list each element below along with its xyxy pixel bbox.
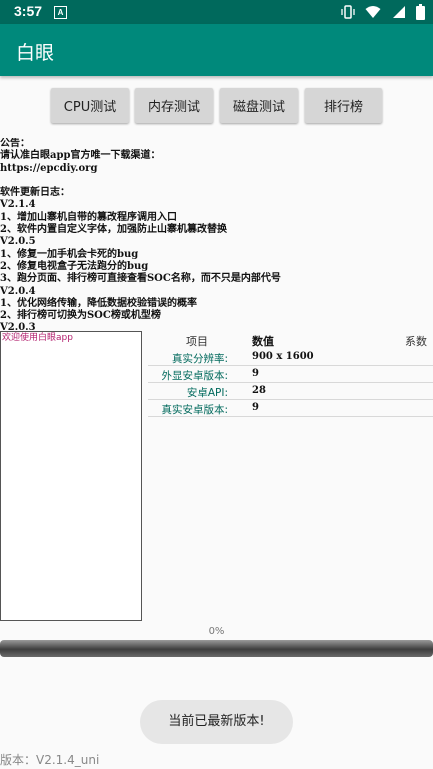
app-title: 白眼 <box>16 42 55 64</box>
battery-icon <box>416 4 425 20</box>
test-button-row: CPU测试 内存测试 磁盘测试 排行榜 <box>0 88 433 124</box>
ranking-button[interactable]: 排行榜 <box>305 88 382 123</box>
progress-bar <box>0 640 433 657</box>
row-key: 安卓API: <box>186 387 228 399</box>
table-row: 真实安卓版本: 9 <box>148 400 433 417</box>
app-bar: 白眼 <box>0 24 433 76</box>
device-info-table: 项目 数值 系数 真实分辨率: 900 x 1600 外显安卓版本: 9 安卓A… <box>148 331 433 417</box>
toast-message: 当前已最新版本! <box>140 700 293 744</box>
status-time: 3:57 <box>14 3 43 19</box>
row-value: 900 x 1600 <box>252 351 314 362</box>
row-key: 外显安卓版本: <box>161 370 228 382</box>
status-bar: 3:57 A <box>0 0 433 24</box>
signal-icon <box>392 6 405 18</box>
status-icons <box>335 4 425 20</box>
progress-percent: 0% <box>208 626 225 637</box>
header-item: 项目 <box>186 335 208 348</box>
version-label: 版本：V2.1.4_uni <box>0 753 100 767</box>
cpu-test-button[interactable]: CPU测试 <box>51 88 129 123</box>
wifi-icon <box>365 6 381 18</box>
row-value: 28 <box>252 385 266 396</box>
log-box[interactable]: 欢迎使用白眼app <box>0 331 142 621</box>
header-value: 数值 <box>252 335 274 348</box>
row-key: 真实安卓版本: <box>161 404 228 416</box>
notification-a-icon: A <box>54 6 67 19</box>
table-header: 项目 数值 系数 <box>148 331 433 349</box>
row-value: 9 <box>252 402 259 413</box>
memory-test-button[interactable]: 内存测试 <box>135 88 213 123</box>
vibrate-icon <box>340 5 355 19</box>
log-text: 欢迎使用白眼app <box>2 333 73 343</box>
table-row: 真实分辨率: 900 x 1600 <box>148 349 433 366</box>
header-coef: 系数 <box>405 335 427 348</box>
row-key: 真实分辨率: <box>171 353 228 365</box>
row-value: 9 <box>252 368 259 379</box>
table-row: 安卓API: 28 <box>148 383 433 400</box>
notice-text: 公告： 请认准白眼app官方唯一下载渠道： https://epcdiy.org… <box>0 138 281 330</box>
table-row: 外显安卓版本: 9 <box>148 366 433 383</box>
disk-test-button[interactable]: 磁盘测试 <box>220 88 298 123</box>
